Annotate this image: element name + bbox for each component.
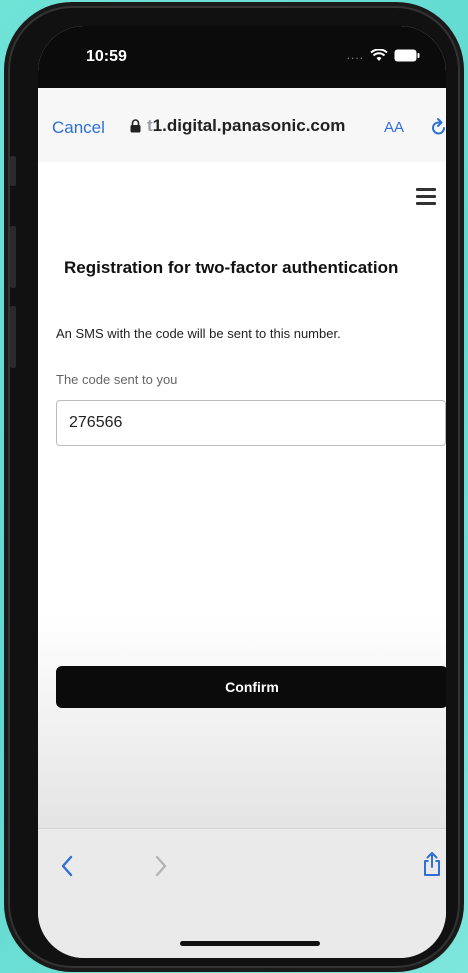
share-icon[interactable] (422, 851, 442, 882)
confirm-button[interactable]: Confirm (56, 666, 446, 708)
volume-up-button (10, 226, 16, 288)
status-icons: .... (347, 48, 420, 62)
wifi-icon (370, 48, 388, 62)
browser-address-bar: Cancel t1.digital.panasonic.com AA (38, 88, 446, 163)
text-size-button[interactable]: AA (384, 119, 404, 136)
status-bar: 10:59 .... (38, 26, 446, 88)
volume-down-button (10, 306, 16, 368)
page-title: Registration for two-factor authenticati… (64, 258, 399, 277)
lock-icon (130, 119, 141, 133)
signal-icon: .... (346, 48, 364, 62)
web-page: Registration for two-factor authenticati… (38, 162, 446, 828)
hamburger-menu-icon[interactable] (416, 188, 436, 209)
status-time: 10:59 (86, 48, 127, 65)
reload-icon[interactable] (430, 117, 446, 142)
cancel-button[interactable]: Cancel (52, 118, 105, 138)
chevron-left-icon[interactable] (60, 855, 74, 882)
phone-frame: 10:59 .... Cancel t1.digital.panasonic.c… (8, 6, 460, 968)
home-indicator[interactable] (180, 941, 320, 946)
battery-icon (394, 49, 420, 62)
url-text: t1.digital.panasonic.com (147, 116, 345, 136)
url-field[interactable]: t1.digital.panasonic.com (130, 116, 345, 136)
code-input[interactable] (56, 400, 446, 446)
mute-switch (10, 156, 16, 186)
browser-toolbar (38, 828, 446, 958)
sms-info-text: An SMS with the code will be sent to thi… (56, 326, 341, 341)
chevron-right-icon[interactable] (154, 855, 168, 882)
code-field-label: The code sent to you (56, 372, 178, 387)
url-domain: 1.digital.panasonic.com (152, 116, 346, 135)
phone-screen: 10:59 .... Cancel t1.digital.panasonic.c… (38, 26, 446, 958)
